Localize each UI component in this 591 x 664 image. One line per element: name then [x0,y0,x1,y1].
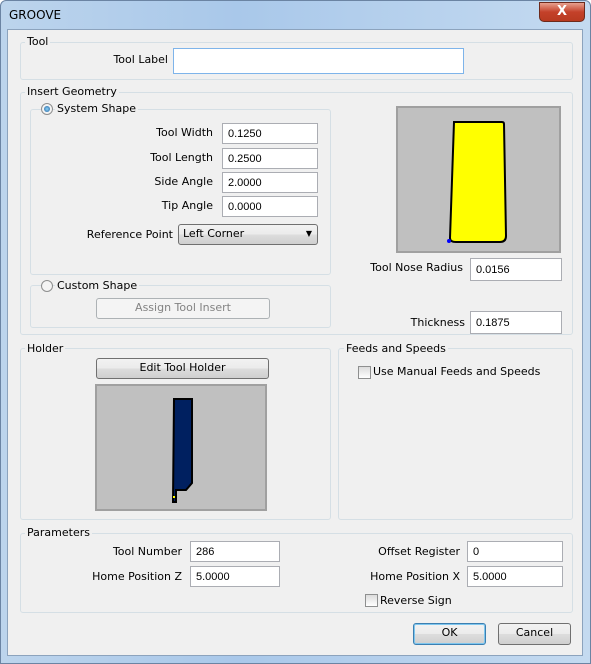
tool-length-label: Tool Length [150,151,213,164]
offset-register-label: Offset Register [378,545,460,558]
assign-tool-insert-button[interactable]: Assign Tool Insert [96,298,270,319]
custom-shape-label[interactable]: Custom Shape [55,279,140,292]
side-angle-input[interactable] [222,172,318,193]
manual-feeds-checkbox[interactable] [358,366,371,379]
reference-point-value: Left Corner [183,227,245,240]
home-x-input[interactable] [467,566,563,587]
chevron-down-icon: ▼ [305,229,312,238]
insert-shape-icon [447,121,508,243]
side-angle-label: Side Angle [154,175,213,188]
custom-shape-radio[interactable] [41,280,53,292]
tool-nose-radius-input[interactable] [470,258,562,281]
tool-group-label: Tool [25,35,51,48]
system-shape-radio[interactable] [41,103,53,115]
thickness-label: Thickness [410,316,465,329]
reverse-sign-checkbox[interactable] [365,594,378,607]
holder-label: Holder [25,342,66,355]
reference-point-label: Reference Point [86,228,173,241]
tool-width-input[interactable] [222,123,318,144]
cancel-button[interactable]: Cancel [498,623,571,645]
home-z-input[interactable] [190,566,280,587]
tool-nose-radius-label: Tool Nose Radius [370,261,463,274]
tip-angle-label: Tip Angle [161,199,213,212]
edit-tool-holder-button[interactable]: Edit Tool Holder [96,358,269,379]
tool-number-input[interactable] [190,541,280,562]
offset-register-input[interactable] [467,541,563,562]
home-z-label: Home Position Z [92,570,182,583]
feeds-speeds-label: Feeds and Speeds [344,342,448,355]
dialog-content: Tool Tool Label Insert Geometry System S… [0,0,591,664]
system-shape-label[interactable]: System Shape [55,102,138,115]
holder-preview [95,384,267,511]
insert-geometry-label: Insert Geometry [25,85,119,98]
tip-angle-input[interactable] [222,196,318,217]
holder-shape-icon [171,398,193,503]
reverse-sign-label[interactable]: Reverse Sign [380,594,452,607]
parameters-label: Parameters [25,526,92,539]
tool-length-input[interactable] [222,148,318,169]
manual-feeds-label[interactable]: Use Manual Feeds and Speeds [373,365,540,378]
insert-preview [396,106,561,253]
thickness-input[interactable] [470,311,562,334]
tool-width-label: Tool Width [156,126,213,139]
tool-label-input[interactable] [173,48,464,74]
tool-label-label: Tool Label [113,53,168,66]
ok-button[interactable]: OK [413,623,486,645]
reference-point-select[interactable]: Left Corner ▼ [178,224,318,245]
home-x-label: Home Position X [370,570,460,583]
tool-number-label: Tool Number [112,545,182,558]
